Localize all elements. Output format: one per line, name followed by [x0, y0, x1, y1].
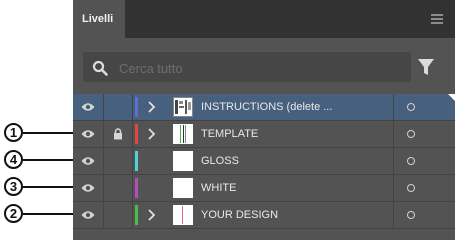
- callout-4: 4: [4, 150, 74, 172]
- lock-toggle[interactable]: [104, 202, 133, 228]
- layer-color-bar: [135, 151, 138, 171]
- target-cell[interactable]: [393, 121, 455, 147]
- layer-color-bar: [135, 124, 138, 144]
- layer-name: GLOSS: [201, 155, 239, 167]
- tab-livelli[interactable]: Livelli: [73, 0, 125, 38]
- callout-number: 1: [4, 123, 23, 142]
- callout-1: 1: [4, 123, 74, 145]
- callout-line: [23, 159, 73, 161]
- search-icon: [92, 60, 108, 76]
- target-circle-icon[interactable]: [407, 184, 415, 192]
- layer-row-instructions[interactable]: INSTRUCTIONS (delete ...: [73, 94, 455, 121]
- search-box: [83, 52, 411, 82]
- eye-icon: [81, 184, 95, 192]
- lock-toggle[interactable]: [104, 121, 133, 147]
- visibility-toggle[interactable]: [73, 202, 104, 228]
- target-cell[interactable]: [393, 175, 455, 201]
- visibility-toggle[interactable]: [73, 175, 104, 201]
- eye-icon: [81, 211, 95, 219]
- chevron-right-icon[interactable]: [146, 101, 156, 113]
- callout-line: [23, 213, 73, 215]
- target-circle-icon[interactable]: [407, 103, 415, 111]
- target-circle-icon[interactable]: [407, 157, 415, 165]
- selection-corner-indicator: [448, 94, 455, 101]
- lock-toggle[interactable]: [104, 94, 133, 120]
- filter-icon[interactable]: [417, 58, 435, 76]
- layer-color-bar: [135, 97, 138, 117]
- target-cell[interactable]: [393, 94, 455, 120]
- blank-thumbnail: [173, 151, 193, 171]
- eye-icon: [81, 157, 95, 165]
- layer-row-gloss[interactable]: GLOSS: [73, 148, 455, 175]
- layers-list: INSTRUCTIONS (delete ... TEMPLATE GLOSS …: [73, 94, 455, 229]
- panel-tab-bar: Livelli: [73, 0, 455, 38]
- layer-name: YOUR DESIGN: [201, 209, 279, 221]
- lock-toggle[interactable]: [104, 148, 133, 174]
- callout-line: [23, 132, 73, 134]
- callout-3: 3: [4, 177, 74, 199]
- eye-icon: [81, 103, 95, 111]
- callout-2: 2: [4, 204, 74, 226]
- layer-name: WHITE: [201, 182, 237, 194]
- visibility-toggle[interactable]: [73, 148, 104, 174]
- instructions-thumbnail: [173, 97, 193, 117]
- visibility-toggle[interactable]: [73, 94, 104, 120]
- lock-toggle[interactable]: [104, 175, 133, 201]
- design-thumbnail: [173, 205, 193, 225]
- callout-number: 4: [4, 150, 23, 169]
- eye-icon: [81, 130, 95, 138]
- target-circle-icon[interactable]: [407, 211, 415, 219]
- layer-color-bar: [135, 178, 138, 198]
- template-thumbnail: [173, 124, 193, 144]
- callout-number: 2: [4, 204, 23, 223]
- layer-name: INSTRUCTIONS (delete ...: [201, 101, 333, 113]
- chevron-right-icon[interactable]: [146, 128, 156, 140]
- panel-menu-icon[interactable]: [431, 14, 443, 24]
- layer-row-template[interactable]: TEMPLATE: [73, 121, 455, 148]
- layer-name: TEMPLATE: [201, 128, 259, 140]
- callout-number: 3: [4, 177, 23, 196]
- target-circle-icon[interactable]: [407, 130, 415, 138]
- callout-line: [23, 186, 73, 188]
- target-cell[interactable]: [393, 202, 455, 228]
- chevron-right-icon[interactable]: [146, 209, 156, 221]
- layer-color-bar: [135, 205, 138, 225]
- lock-icon: [114, 128, 122, 140]
- blank-thumbnail: [173, 178, 193, 198]
- search-input[interactable]: [117, 58, 401, 78]
- layer-row-your-design[interactable]: YOUR DESIGN: [73, 202, 455, 229]
- layer-row-white[interactable]: WHITE: [73, 175, 455, 202]
- target-cell[interactable]: [393, 148, 455, 174]
- layers-panel: Livelli Cerca tutto INSTRUCTIONS (delete…: [73, 0, 455, 240]
- visibility-toggle[interactable]: [73, 121, 104, 147]
